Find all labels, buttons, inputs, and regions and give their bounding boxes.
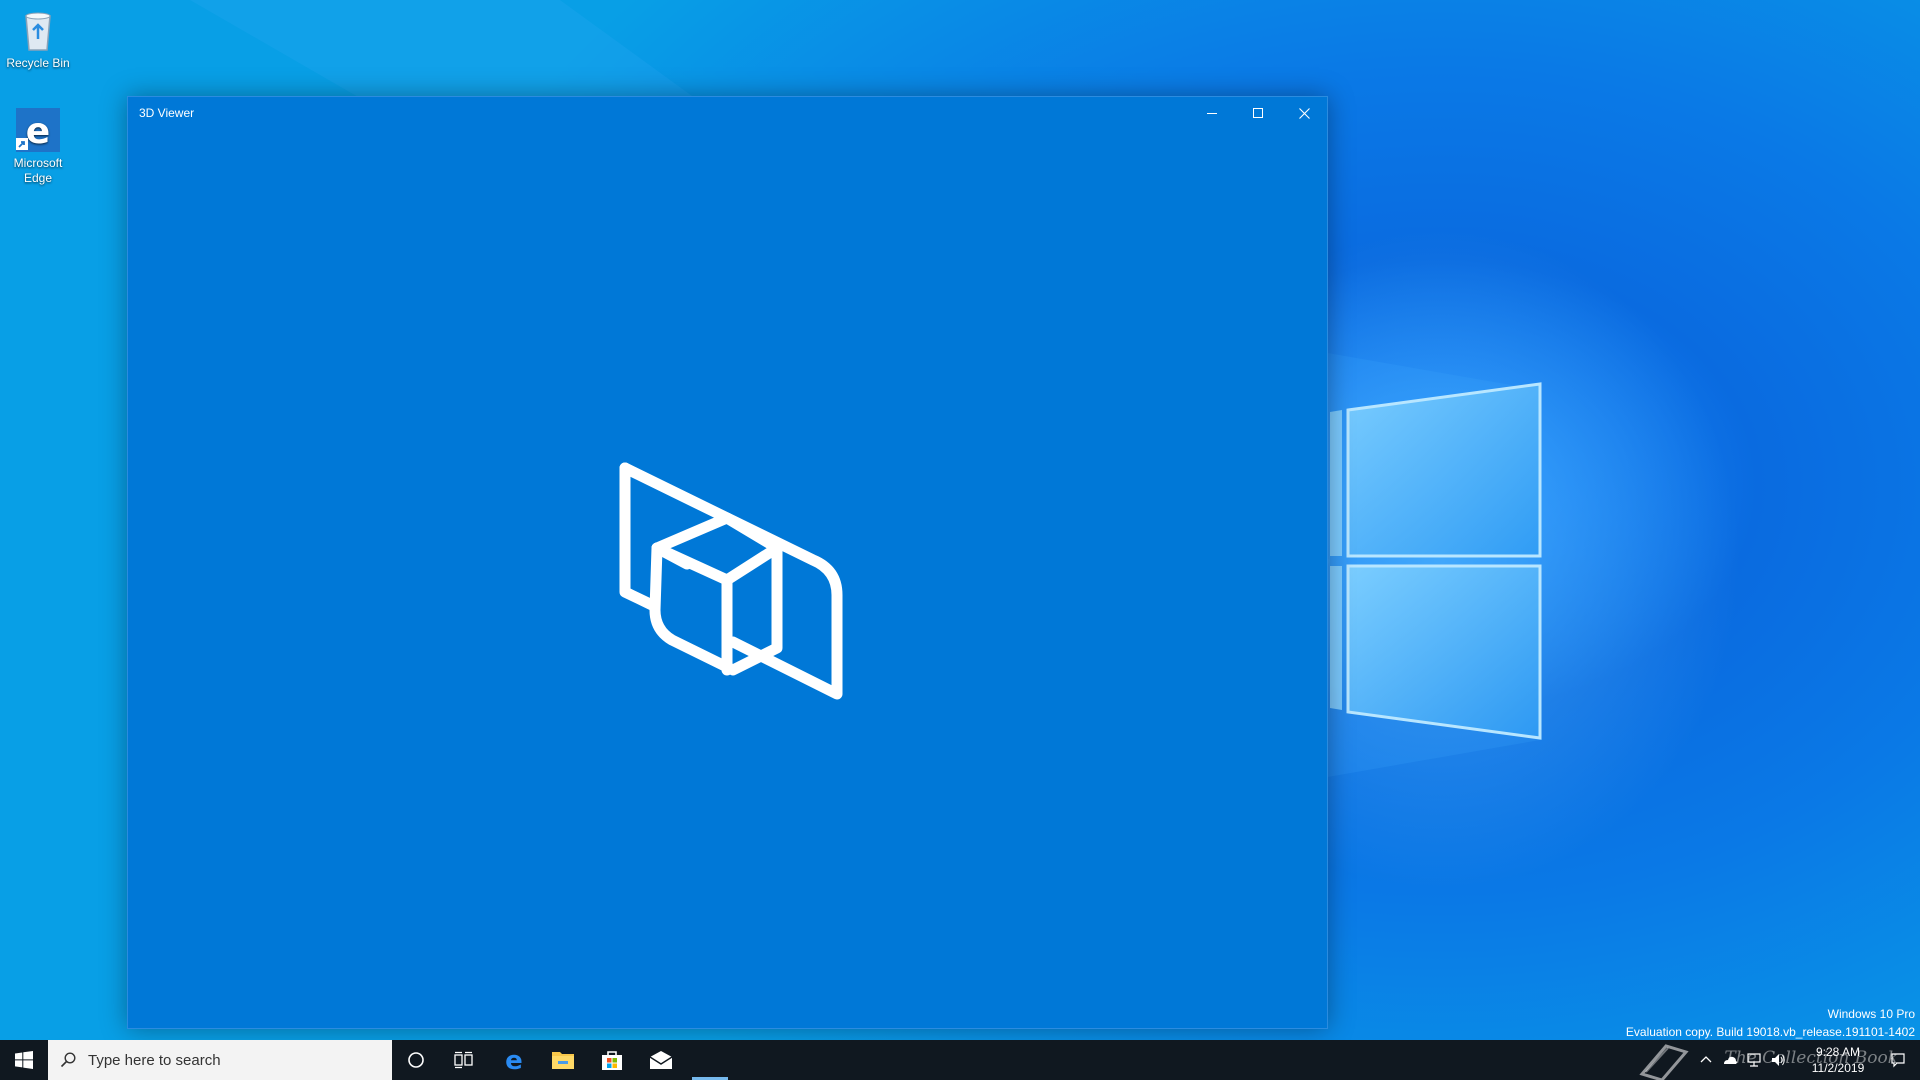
mail-icon	[649, 1051, 673, 1069]
app-window-3d-viewer[interactable]: 3D Viewer	[127, 96, 1328, 1029]
desktop-icon-label: Recycle Bin	[6, 56, 70, 70]
task-view-icon	[454, 1051, 473, 1069]
taskbar-search-box[interactable]: Type here to search	[48, 1040, 392, 1080]
windows-logo-wallpaper	[1330, 382, 1542, 740]
close-icon	[1298, 107, 1310, 119]
action-center-icon[interactable]	[1890, 1052, 1906, 1068]
desktop-icon-microsoft-edge[interactable]: e Microsoft Edge	[0, 106, 76, 186]
taskbar-3d-viewer-button[interactable]	[686, 1040, 734, 1080]
book-watermark-icon	[1639, 1044, 1689, 1080]
edge-icon: e	[14, 106, 62, 154]
cortana-icon	[408, 1052, 424, 1068]
system-tray: 9:28 AM 11/2/2019 The Collection Book	[1639, 1040, 1920, 1080]
maximize-button[interactable]	[1235, 97, 1281, 129]
collection-book-watermark: The Collection Book	[1724, 1048, 1898, 1068]
chevron-up-icon[interactable]	[1698, 1052, 1714, 1068]
search-placeholder: Type here to search	[88, 1051, 221, 1069]
recycle-bin-icon	[14, 6, 62, 54]
maximize-icon	[1253, 108, 1263, 118]
desktop-icon-label: Microsoft Edge	[13, 156, 63, 185]
taskbar-mail-button[interactable]	[637, 1040, 685, 1080]
start-button[interactable]	[0, 1040, 48, 1080]
close-button[interactable]	[1281, 97, 1327, 129]
minimize-icon	[1207, 113, 1217, 114]
windows-build-watermark: Windows 10 Pro Evaluation copy. Build 19…	[1626, 1005, 1915, 1041]
desktop-icon-recycle-bin[interactable]: Recycle Bin	[0, 6, 76, 71]
store-icon	[602, 1051, 622, 1070]
windows-logo-icon	[15, 1051, 33, 1069]
task-view-button[interactable]	[440, 1040, 488, 1080]
search-icon	[48, 1040, 88, 1080]
edge-icon: e	[505, 1048, 523, 1072]
taskbar-store-button[interactable]	[588, 1040, 636, 1080]
build-text: Evaluation copy. Build 19018.vb_release.…	[1625, 1025, 1915, 1039]
edition-text: Windows 10 Pro	[1827, 1007, 1915, 1021]
taskbar: Type here to search e 9:28 AM 11/2/2019 …	[0, 1040, 1920, 1080]
svg-text:e: e	[505, 1048, 523, 1072]
taskbar-file-explorer-button[interactable]	[539, 1040, 587, 1080]
minimize-button[interactable]	[1189, 97, 1235, 129]
3d-viewer-logo-icon	[619, 462, 843, 700]
window-title: 3D Viewer	[139, 106, 195, 120]
cortana-button[interactable]	[392, 1040, 440, 1080]
window-titlebar[interactable]: 3D Viewer	[128, 97, 1327, 129]
svg-text:e: e	[26, 111, 50, 152]
taskbar-edge-button[interactable]: e	[490, 1040, 538, 1080]
file-explorer-icon	[552, 1052, 574, 1069]
